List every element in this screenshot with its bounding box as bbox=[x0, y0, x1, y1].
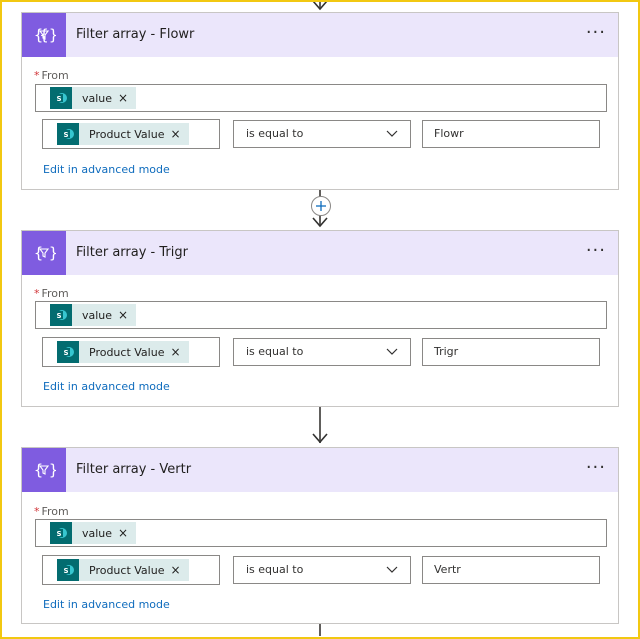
svg-text:S: S bbox=[63, 567, 68, 575]
operator-dropdown[interactable]: is equal to bbox=[233, 338, 411, 366]
dynamic-content-token[interactable]: S Product Value × bbox=[57, 559, 189, 581]
card-title: Filter array - Flowr bbox=[76, 27, 195, 42]
connector-line bbox=[319, 624, 321, 636]
svg-text:S: S bbox=[56, 530, 61, 538]
more-options-icon[interactable]: ··· bbox=[586, 448, 606, 488]
condition-left-input[interactable]: S Product Value × bbox=[42, 119, 220, 149]
from-label-text: From bbox=[41, 505, 69, 518]
svg-text:}: } bbox=[49, 26, 56, 44]
dynamic-content-token[interactable]: S Product Value × bbox=[57, 341, 189, 363]
edit-advanced-mode-link[interactable]: Edit in advanced mode bbox=[43, 163, 170, 176]
condition-value: Trigr bbox=[434, 345, 459, 358]
filter-array-icon: {} bbox=[22, 448, 66, 492]
sharepoint-icon: S bbox=[50, 522, 72, 544]
remove-token-icon[interactable]: × bbox=[118, 91, 136, 105]
condition-value: Vertr bbox=[434, 563, 461, 576]
filter-array-icon: {{} bbox=[22, 13, 66, 57]
remove-token-icon[interactable]: × bbox=[118, 526, 136, 540]
svg-text:S: S bbox=[56, 95, 61, 103]
from-label: * From bbox=[34, 69, 69, 82]
filter-array-card: {} Filter array - Trigr ··· *From S valu… bbox=[21, 230, 619, 407]
sharepoint-icon: S bbox=[57, 123, 79, 145]
card-header[interactable]: {} Filter array - Vertr ··· bbox=[22, 448, 618, 492]
svg-text:}: } bbox=[49, 461, 56, 479]
condition-value-input[interactable]: Flowr bbox=[422, 120, 600, 148]
token-label: value bbox=[82, 91, 113, 105]
sharepoint-icon: S bbox=[50, 304, 72, 326]
operator-value: is equal to bbox=[246, 127, 304, 140]
condition-value-input[interactable]: Vertr bbox=[422, 556, 600, 584]
svg-text:{: { bbox=[34, 461, 43, 479]
filter-array-card: {} Filter array - Vertr ··· *From S valu… bbox=[21, 447, 619, 624]
svg-text:S: S bbox=[63, 349, 68, 357]
chevron-down-icon bbox=[386, 566, 398, 573]
operator-value: is equal to bbox=[246, 345, 304, 358]
svg-text:S: S bbox=[56, 312, 61, 320]
edit-advanced-mode-link[interactable]: Edit in advanced mode bbox=[43, 380, 170, 393]
dynamic-content-token[interactable]: S Product Value × bbox=[57, 123, 189, 145]
dynamic-content-token[interactable]: S value × bbox=[50, 87, 137, 109]
dynamic-content-token[interactable]: S value × bbox=[50, 522, 137, 544]
condition-left-input[interactable]: S Product Value × bbox=[42, 337, 220, 367]
token-label: Product Value bbox=[89, 563, 165, 577]
operator-dropdown[interactable]: is equal to bbox=[233, 556, 411, 584]
from-label: * From bbox=[34, 505, 69, 518]
more-options-icon[interactable]: ··· bbox=[586, 231, 606, 271]
token-label: value bbox=[82, 526, 113, 540]
chevron-down-icon bbox=[386, 348, 398, 355]
filter-array-card: {{} Filter array - Flowr ··· *From S val… bbox=[21, 12, 619, 190]
remove-token-icon[interactable]: × bbox=[170, 563, 188, 577]
from-input[interactable]: S value × bbox=[35, 301, 607, 329]
operator-dropdown[interactable]: is equal to bbox=[233, 120, 411, 148]
add-step-button[interactable] bbox=[311, 196, 331, 216]
sharepoint-icon: S bbox=[50, 87, 72, 109]
card-header[interactable]: {{} Filter array - Flowr ··· bbox=[22, 13, 618, 57]
operator-value: is equal to bbox=[246, 563, 304, 576]
required-mark: * bbox=[34, 287, 40, 300]
card-title: Filter array - Trigr bbox=[76, 245, 188, 260]
svg-text:}: } bbox=[49, 244, 56, 262]
more-options-icon[interactable]: ··· bbox=[586, 13, 606, 53]
required-mark: * bbox=[34, 69, 40, 82]
required-mark: * bbox=[34, 505, 40, 518]
token-label: Product Value bbox=[89, 127, 165, 141]
edit-advanced-mode-link[interactable]: Edit in advanced mode bbox=[43, 598, 170, 611]
svg-text:{: { bbox=[34, 244, 43, 262]
connector-arrow-icon bbox=[312, 0, 328, 11]
from-label-text: From bbox=[41, 69, 69, 82]
dynamic-content-token[interactable]: S value × bbox=[50, 304, 137, 326]
connector-arrow-icon bbox=[312, 217, 328, 228]
remove-token-icon[interactable]: × bbox=[170, 345, 188, 359]
sharepoint-icon: S bbox=[57, 341, 79, 363]
remove-token-icon[interactable]: × bbox=[170, 127, 188, 141]
from-label: * From bbox=[34, 287, 69, 300]
condition-value: Flowr bbox=[434, 127, 464, 140]
remove-token-icon[interactable]: × bbox=[118, 308, 136, 322]
card-title: Filter array - Vertr bbox=[76, 462, 192, 477]
from-input[interactable]: S value × bbox=[35, 84, 607, 112]
from-label-text: From bbox=[41, 287, 69, 300]
connector-arrow-icon bbox=[312, 433, 328, 444]
sharepoint-icon: S bbox=[57, 559, 79, 581]
svg-text:{: { bbox=[34, 26, 43, 44]
filter-array-icon: {} bbox=[22, 231, 66, 275]
plus-icon bbox=[316, 201, 326, 211]
token-label: value bbox=[82, 308, 113, 322]
token-label: Product Value bbox=[89, 345, 165, 359]
condition-left-input[interactable]: S Product Value × bbox=[42, 555, 220, 585]
condition-value-input[interactable]: Trigr bbox=[422, 338, 600, 366]
svg-text:S: S bbox=[63, 131, 68, 139]
from-input[interactable]: S value × bbox=[35, 519, 607, 547]
chevron-down-icon bbox=[386, 130, 398, 137]
card-header[interactable]: {} Filter array - Trigr ··· bbox=[22, 231, 618, 275]
